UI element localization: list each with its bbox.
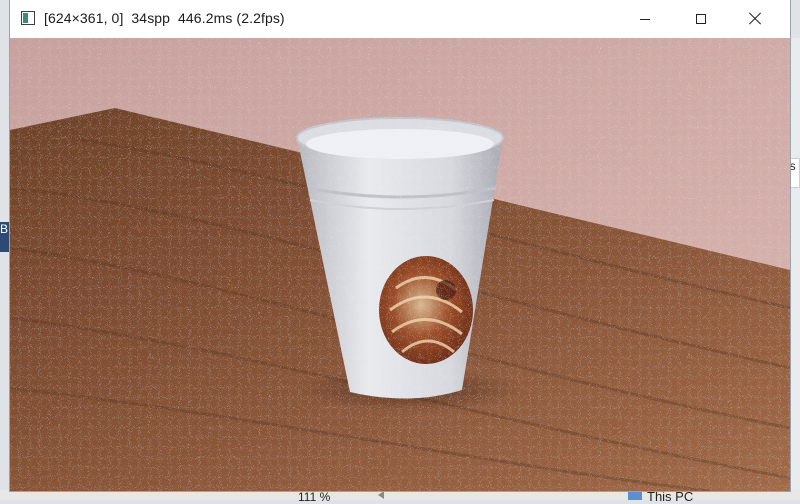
computer-icon: [628, 491, 642, 500]
render-viewport[interactable]: [10, 38, 790, 491]
this-pc-label: This PC: [647, 489, 694, 504]
close-button[interactable]: [732, 0, 778, 38]
background-tab-fragment: B: [0, 222, 10, 252]
maximize-icon: [696, 14, 706, 24]
close-icon: [748, 12, 762, 26]
minimize-button[interactable]: [622, 0, 668, 38]
render-window-icon[interactable]: [21, 11, 35, 25]
scroll-left-arrow-icon[interactable]: [378, 491, 384, 499]
render-window: [624×361, 0] 34spp 446.2ms (2.2fps): [10, 0, 790, 491]
background-this-pc-item[interactable]: This PC: [628, 489, 693, 504]
title-bar[interactable]: [624×361, 0] 34spp 446.2ms (2.2fps): [10, 0, 790, 38]
minimize-icon: [640, 18, 650, 20]
window-title: [624×361, 0] 34spp 446.2ms (2.2fps): [44, 10, 285, 26]
background-zoom-label: 111 %: [298, 490, 331, 504]
rendered-scene: [10, 38, 790, 491]
maximize-button[interactable]: [678, 0, 724, 38]
